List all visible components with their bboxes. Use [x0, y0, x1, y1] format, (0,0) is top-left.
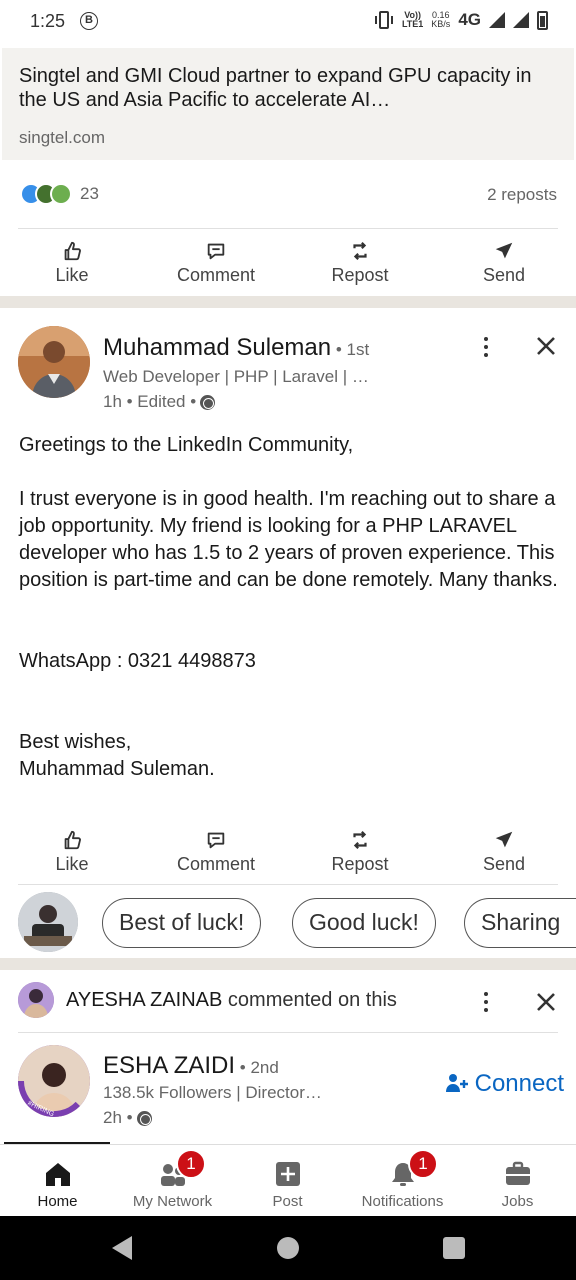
author-headline: 138.5k Followers | Director… — [103, 1083, 322, 1102]
comment-button[interactable]: Comment — [144, 230, 288, 294]
send-button[interactable]: Send — [432, 819, 576, 883]
nav-home[interactable]: Home — [0, 1145, 115, 1216]
post-body: Greetings to the LinkedIn Community, I t… — [19, 434, 558, 780]
status-icons: Vo)) LTE1 0.16 KB/s 4G — [374, 10, 548, 30]
link-title: Singtel and GMI Cloud partner to expand … — [19, 65, 532, 111]
signal-icon-2 — [513, 12, 529, 28]
network-speed: 0.16 KB/s — [431, 10, 451, 29]
add-person-icon — [445, 1074, 468, 1092]
author-avatar[interactable] — [18, 326, 90, 398]
send-icon — [495, 831, 513, 848]
hiring-frame: #HIRING — [18, 1045, 90, 1117]
quick-reply-chip[interactable]: Best of luck! — [102, 898, 262, 948]
comment-icon — [207, 832, 225, 849]
author-photo — [18, 326, 90, 398]
plus-square-icon — [275, 1162, 300, 1186]
feed-separator — [0, 296, 576, 308]
my-avatar — [18, 892, 78, 952]
notifications-badge: 1 — [408, 1149, 438, 1179]
comment-icon — [207, 243, 225, 260]
vibrate-icon — [374, 11, 393, 29]
battery-icon — [537, 10, 548, 30]
briefcase-icon — [505, 1161, 530, 1185]
post-author[interactable]: Muhammad Suleman • 1st — [103, 334, 369, 362]
network-badge: 1 — [176, 1149, 206, 1179]
like-button[interactable]: Like — [0, 230, 144, 294]
signal-icon — [489, 12, 505, 28]
support-reaction-icon — [50, 183, 72, 205]
b-icon: B — [80, 12, 98, 30]
repost-button[interactable]: Repost — [288, 819, 432, 883]
post-author[interactable]: ESHA ZAIDI • 2nd — [103, 1052, 279, 1080]
nav-jobs[interactable]: Jobs — [460, 1145, 575, 1216]
send-icon — [495, 242, 513, 259]
system-navigation-bar — [0, 1216, 576, 1280]
quick-reply-chip[interactable]: Sharing — [464, 898, 576, 948]
repost-icon — [353, 241, 367, 261]
divider — [18, 228, 558, 229]
comment-button[interactable]: Comment — [144, 819, 288, 883]
reaction-count: 23 — [80, 184, 99, 203]
post-time: 2h • — [103, 1108, 152, 1128]
divider — [18, 884, 558, 885]
esha-avatar[interactable]: #HIRING — [18, 1045, 90, 1117]
globe-icon — [136, 1110, 152, 1126]
globe-icon — [200, 394, 216, 410]
status-time: 1:25 — [30, 11, 66, 31]
more-options-icon[interactable] — [482, 992, 490, 1012]
repost-button[interactable]: Repost — [288, 230, 432, 294]
activity-text: AYESHA ZAINAB commented on this — [66, 988, 397, 1011]
send-button[interactable]: Send — [432, 230, 576, 294]
post-action-bar: Like Comment Repost Send — [0, 819, 576, 883]
connection-degree: • 2nd — [235, 1058, 279, 1077]
close-icon[interactable] — [536, 992, 556, 1012]
reactions-summary[interactable]: 23 — [20, 183, 99, 205]
repost-icon — [353, 830, 367, 850]
author-headline: Web Developer | PHP | Laravel | … — [103, 367, 369, 386]
nav-my-network[interactable]: My Network 1 — [115, 1145, 230, 1216]
reposts-count[interactable]: 2 reposts — [487, 185, 557, 205]
home-icon — [45, 1163, 70, 1186]
commenter-avatar[interactable] — [18, 982, 54, 1018]
home-circle-icon[interactable] — [277, 1237, 299, 1259]
connect-button[interactable]: Connect — [445, 1070, 564, 1098]
link-preview-card[interactable]: Singtel and GMI Cloud partner to expand … — [2, 48, 574, 160]
connection-degree: • 1st — [331, 340, 370, 359]
bottom-navigation: Home My Network 1 Post Notifications 1 J… — [0, 1144, 576, 1216]
link-domain: singtel.com — [19, 128, 105, 147]
activity-header: AYESHA ZAINAB commented on this — [18, 982, 397, 1018]
divider — [18, 1032, 558, 1033]
back-icon[interactable] — [112, 1236, 132, 1260]
recents-icon[interactable] — [443, 1237, 465, 1259]
post-action-bar: Like Comment Repost Send — [0, 230, 576, 294]
status-bar: 1:25 B Vo)) LTE1 0.16 KB/s 4G — [0, 0, 576, 46]
nav-post[interactable]: Post — [230, 1145, 345, 1216]
close-icon[interactable] — [536, 336, 556, 356]
nav-notifications[interactable]: Notifications 1 — [345, 1145, 460, 1216]
like-button[interactable]: Like — [0, 819, 144, 883]
more-options-icon[interactable] — [482, 337, 490, 357]
post-time: 1h • Edited • — [103, 392, 216, 412]
quick-reply-chip[interactable]: Good luck! — [292, 898, 436, 948]
feed-separator — [0, 958, 576, 970]
network-type: 4G — [458, 10, 481, 29]
thumbs-up-icon — [64, 241, 81, 261]
volte-icon: Vo)) LTE1 — [401, 10, 424, 29]
thumbs-up-icon — [64, 830, 81, 850]
